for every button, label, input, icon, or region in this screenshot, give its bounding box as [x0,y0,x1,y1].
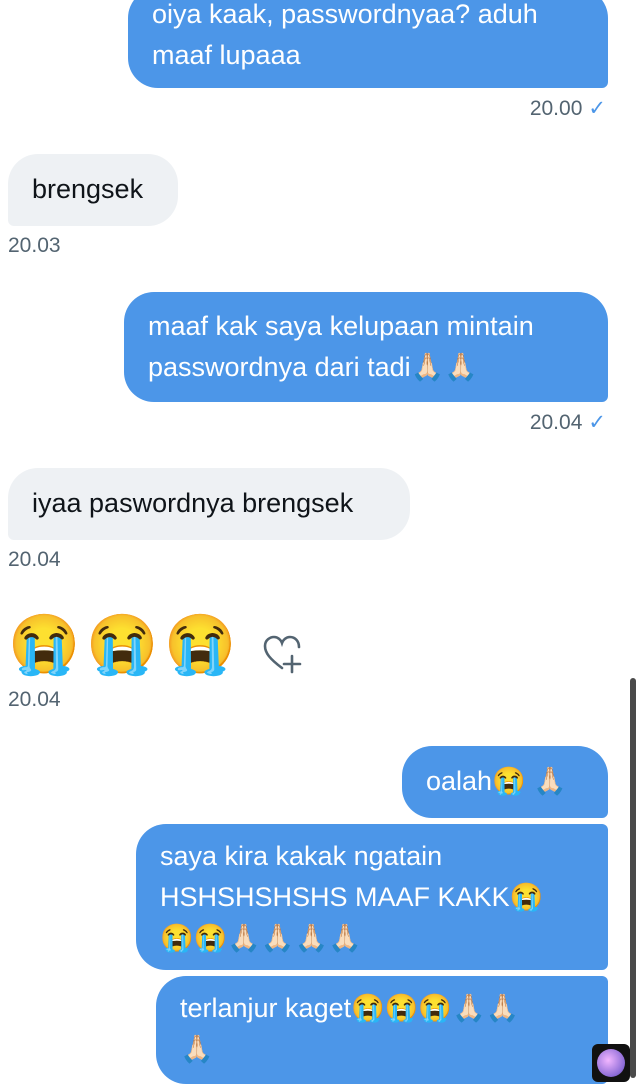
message-text: 😭😭🙏🏻🙏🏻🙏🏻🙏🏻 [160,923,362,953]
timestamp-text: 20.04 [8,688,61,711]
message-timestamp: 20.03 [8,234,61,258]
message-bubble-outgoing[interactable]: terlanjur kaget😭😭😭🙏🏻🙏🏻 🙏🏻 [156,976,608,1084]
check-icon: ✓ [588,411,606,434]
avatar-icon[interactable] [592,1044,630,1082]
message-bubble-outgoing[interactable]: maaf kak saya kelupaan mintain passwordn… [124,292,608,402]
timestamp-text: 20.03 [8,234,61,257]
avatar-image [597,1049,625,1077]
message-bubble-outgoing[interactable]: oalah😭 🙏🏻 [402,746,608,818]
message-timestamp: 20.04 ✓ [530,410,606,435]
emoji-message[interactable]: 😭😭😭 [8,610,243,680]
message-timestamp: 20.04 [8,688,61,712]
timestamp-text: 20.00 [529,97,583,120]
timestamp-text: 20.04 [529,411,583,434]
message-timestamp: 20.00 ✓ [530,96,606,121]
message-text: terlanjur kaget😭😭😭🙏🏻🙏🏻 [180,993,520,1023]
message-text: saya kira kakak ngatain [160,841,443,871]
check-icon: ✓ [588,97,606,120]
message-text: 🙏🏻 [180,1034,214,1064]
message-text: HSHSHSHSHS MAAF KAKK😭 [160,882,544,912]
message-bubble-incoming[interactable]: brengsek [8,154,178,226]
message-text: passwordnya dari tadi🙏🏻🙏🏻 [148,352,478,382]
message-text: maaf lupaaa [152,40,301,70]
scrollbar[interactable] [630,678,636,1078]
message-text: maaf kak saya kelupaan mintain [148,311,534,341]
message-bubble-incoming[interactable]: iyaa paswordnya brengsek [8,468,410,540]
message-text: brengsek [32,174,144,204]
message-timestamp: 20.04 [8,548,61,572]
message-text: iyaa paswordnya brengsek [32,488,354,518]
message-bubble-outgoing[interactable]: saya kira kakak ngatain HSHSHSHSHS MAAF … [136,824,608,970]
message-text: oalah😭 🙏🏻 [426,766,567,796]
timestamp-text: 20.04 [8,548,61,571]
message-text: oiya kaak, passwordnyaa? aduh [152,0,538,29]
heart-plus-icon[interactable] [262,634,308,679]
message-bubble-outgoing[interactable]: oiya kaak, passwordnyaa? aduh maaf lupaa… [128,0,608,88]
